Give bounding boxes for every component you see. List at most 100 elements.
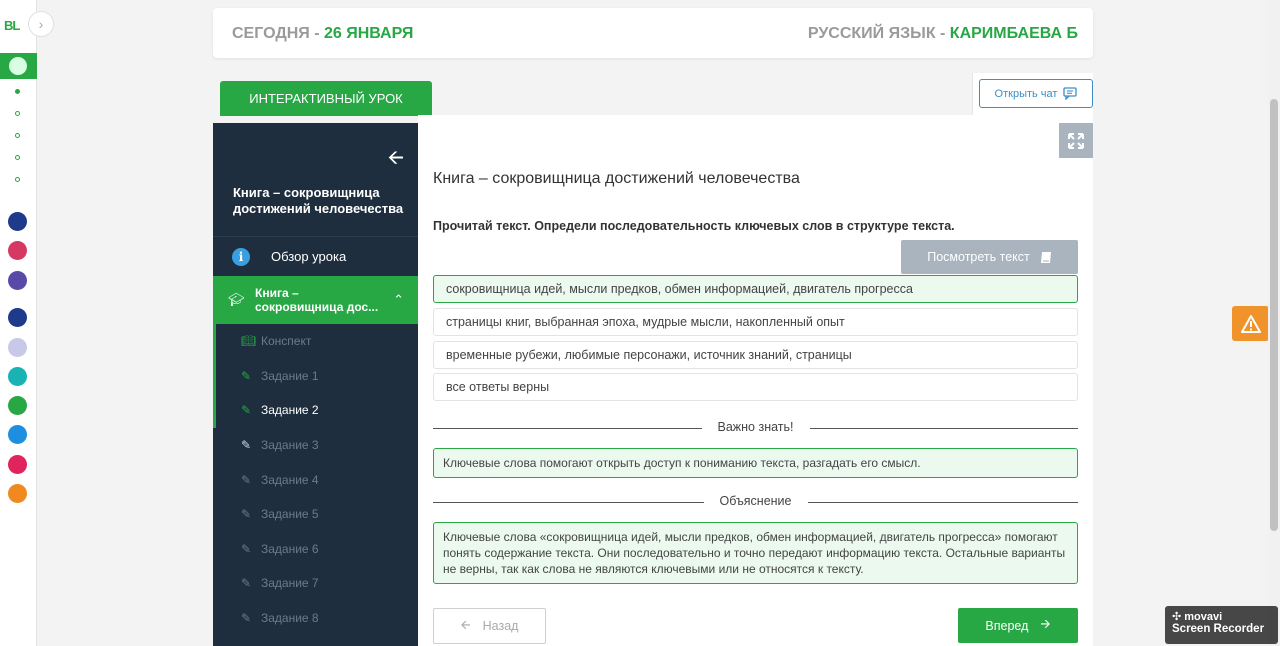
edit-icon: ✎: [241, 576, 252, 591]
sidebar-item-label: Обзор урока: [271, 249, 347, 264]
sidebar-item-label: Задание 6: [261, 541, 319, 556]
edit-icon: ✎: [241, 472, 252, 487]
rail-app-icon[interactable]: [8, 271, 27, 290]
sidebar-item-label: Конспект: [261, 334, 312, 349]
lesson-title: Книга – сокровищница достижений человече…: [433, 170, 800, 187]
subject-teacher: РУССКИЙ ЯЗЫК - КАРИМБАЕВА Б: [808, 25, 1078, 43]
recorder-product: Screen Recorder: [1172, 623, 1265, 635]
sidebar-item-label: Задание 5: [261, 507, 319, 522]
answer-option-4[interactable]: все ответы верны: [433, 373, 1078, 401]
rail-app-icon[interactable]: [8, 425, 27, 444]
edit-icon: ✎: [241, 403, 252, 418]
lesson-sidebar: 🡨 Книга – сокровищница достижений челове…: [213, 123, 418, 646]
sidebar-item-label: Задание 3: [261, 438, 319, 453]
arrow-left-icon: 🡨: [460, 617, 471, 632]
report-problem-button[interactable]: [1232, 306, 1269, 341]
edit-icon: ✎: [241, 611, 252, 626]
important-divider: Важно знать!: [433, 420, 1078, 436]
answer-option-3[interactable]: временные рубежи, любимые персонажи, ист…: [433, 341, 1078, 369]
explanation-divider: Объяснение: [433, 494, 1078, 510]
edit-icon: ✎: [241, 541, 252, 556]
graduation-cap-icon: 🎓︎: [228, 292, 245, 307]
answer-option-1[interactable]: сокровищница идей, мысли предков, обмен …: [433, 275, 1078, 303]
back-arrow-icon[interactable]: 🡨: [388, 143, 404, 177]
chat-icon: [1063, 87, 1078, 100]
book-icon: [1040, 251, 1051, 263]
sidebar-item-label: Задание 2: [261, 403, 319, 418]
rail-subnav-dot[interactable]: [15, 155, 20, 160]
sidebar-item-label: Задание 4: [261, 472, 319, 487]
rail-app-icon[interactable]: [8, 241, 27, 260]
rail-logo[interactable]: BL: [4, 18, 20, 33]
edit-icon: ✎: [241, 368, 252, 383]
back-label: Назад: [482, 619, 519, 633]
subject-label: РУССКИЙ ЯЗЫК -: [807, 25, 950, 42]
fullscreen-button[interactable]: [1059, 123, 1093, 158]
sidebar-item-task-2[interactable]: ✎ Задание 2: [213, 393, 418, 428]
book-icon: 📖︎: [241, 334, 257, 349]
edit-icon: ✎: [241, 507, 252, 522]
answer-option-2[interactable]: страницы книг, выбранная эпоха, мудрые м…: [433, 308, 1078, 336]
app-rail: BL: [0, 0, 37, 646]
sidebar-section-lesson[interactable]: 🎓︎ Книга – сокровищница дос... ⌃: [213, 276, 418, 324]
warning-icon: [1240, 314, 1261, 333]
page-scrollbar[interactable]: [1268, 0, 1280, 646]
view-text-label: Посмотреть текст: [927, 250, 1030, 264]
sidebar-items: 📖︎ Конспект ✎ Задание 1 ✎ Задание 2 ✎ За…: [213, 324, 418, 635]
sidebar-item-task-5[interactable]: ✎ Задание 5: [213, 497, 418, 532]
explanation-label: Объяснение: [703, 494, 808, 508]
task-instruction: Прочитай текст. Определи последовательно…: [433, 219, 955, 233]
date-value: 26 ЯНВАРЯ: [324, 25, 414, 42]
rail-app-icon[interactable]: [8, 338, 27, 357]
rail-app-icon[interactable]: [8, 455, 27, 474]
info-icon: i: [232, 247, 250, 266]
sidebar-item-label: Задание 8: [261, 611, 319, 626]
sidebar-item-task-7[interactable]: ✎ Задание 7: [213, 566, 418, 601]
teacher-name: КАРИМБАЕВА Б: [949, 25, 1078, 42]
sidebar-item-task-6[interactable]: ✎ Задание 6: [213, 532, 418, 567]
sidebar-section-label: Книга – сокровищница дос...: [255, 286, 379, 314]
sidebar-item-summary[interactable]: 📖︎ Конспект: [213, 324, 418, 359]
rail-subnav-dot[interactable]: [15, 177, 20, 182]
next-label: Вперед: [985, 618, 1029, 633]
sidebar-item-task-3[interactable]: ✎ Задание 3: [213, 428, 418, 463]
rail-app-icon[interactable]: [8, 212, 27, 231]
back-button[interactable]: 🡨 Назад: [433, 608, 546, 644]
sidebar-item-task-8[interactable]: ✎ Задание 8: [213, 601, 418, 636]
today-label: СЕГОДНЯ -: [232, 25, 324, 42]
explanation-note: Ключевые слова «сокровищница идей, мысли…: [433, 522, 1078, 584]
rail-app-icon[interactable]: [8, 308, 27, 327]
sidebar-item-label: Задание 1: [261, 368, 319, 383]
chevron-right-icon[interactable]: ›: [28, 11, 54, 37]
page-header: СЕГОДНЯ - 26 ЯНВАРЯ РУССКИЙ ЯЗЫК - КАРИМ…: [213, 8, 1093, 58]
rail-subnav-dot[interactable]: [15, 133, 20, 138]
important-note: Ключевые слова помогают открыть доступ к…: [433, 448, 1078, 478]
rail-app-icon[interactable]: [8, 484, 27, 503]
rail-app-icon[interactable]: [8, 396, 27, 415]
scrollbar-thumb[interactable]: [1270, 99, 1278, 531]
tab-strip: [418, 115, 1093, 123]
lesson-content: Книга – сокровищница достижений человече…: [418, 123, 1093, 646]
sidebar-item-task-1[interactable]: ✎ Задание 1: [213, 358, 418, 394]
sidebar-item-task-4[interactable]: ✎ Задание 4: [213, 462, 418, 497]
open-chat-label: Открыть чат: [994, 87, 1058, 100]
view-text-button[interactable]: Посмотреть текст: [901, 240, 1078, 274]
chevron-up-icon[interactable]: ⌃: [393, 292, 404, 308]
sidebar-item-overview[interactable]: i Обзор урока: [213, 236, 418, 276]
tab-interactive-lesson[interactable]: ИНТЕРАКТИВНЫЙ УРОК: [220, 81, 432, 116]
next-button[interactable]: Вперед 🡪: [958, 608, 1078, 643]
movavi-brand: ✣ movavi: [1172, 611, 1223, 623]
rail-active-app[interactable]: [0, 53, 37, 79]
sidebar-title: Книга – сокровищница достижений человече…: [233, 185, 404, 216]
arrow-right-icon: 🡪: [1040, 617, 1051, 631]
open-chat-button[interactable]: Открыть чат: [979, 79, 1093, 108]
rail-subnav-dot[interactable]: [15, 111, 20, 116]
screen-recorder-watermark: ✣ movavi Screen Recorder: [1165, 606, 1278, 644]
today-date: СЕГОДНЯ - 26 ЯНВАРЯ: [232, 25, 413, 43]
sidebar-item-label: Задание 7: [261, 576, 319, 591]
edit-icon: ✎: [241, 438, 252, 453]
expand-icon: [1068, 132, 1084, 149]
rail-subnav-dot[interactable]: [15, 89, 20, 94]
important-label: Важно знать!: [701, 420, 810, 434]
rail-app-icon[interactable]: [8, 367, 27, 386]
